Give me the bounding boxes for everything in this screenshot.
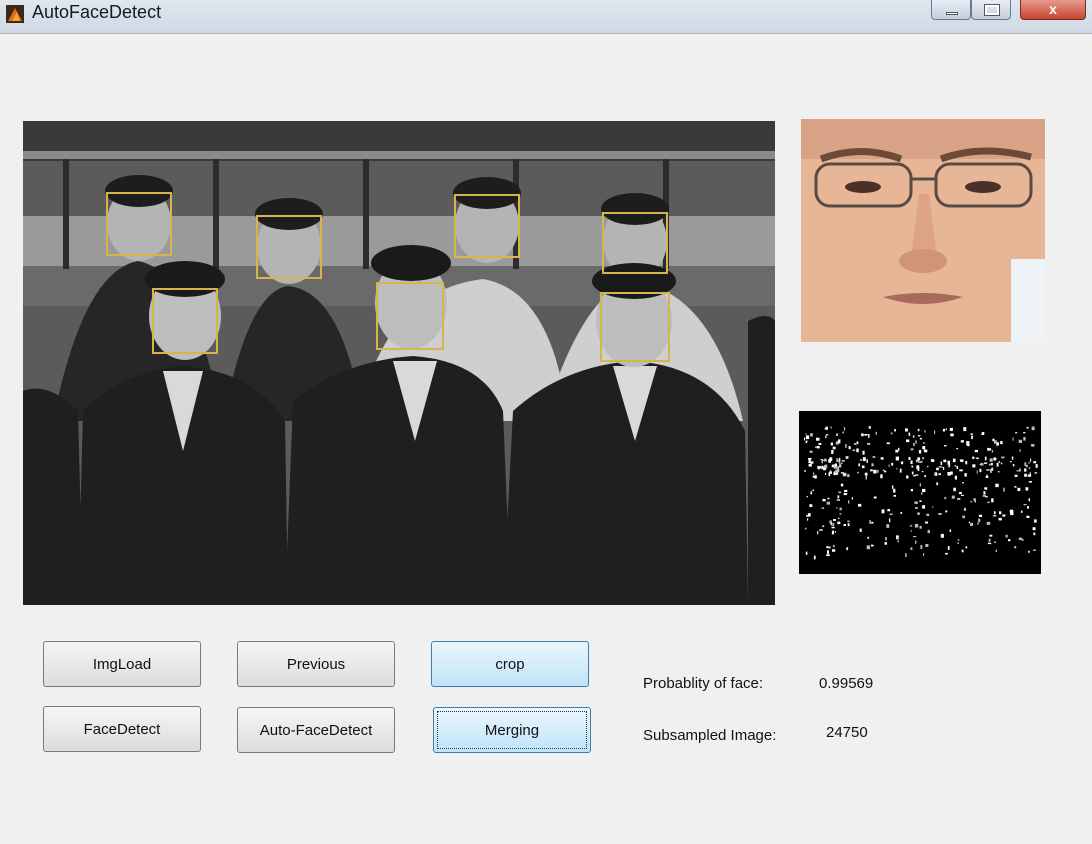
binary-noise <box>804 426 1038 560</box>
main-photo <box>23 121 775 605</box>
previous-button[interactable]: Previous <box>237 641 395 687</box>
maximize-icon <box>984 4 1000 16</box>
minimize-icon <box>946 12 958 15</box>
minimize-button[interactable] <box>931 0 971 20</box>
window-title: AutoFaceDetect <box>32 2 162 22</box>
title-bar: AutoFaceDetect x <box>0 0 1092 34</box>
matlab-app-icon <box>6 5 24 23</box>
crop-button[interactable]: crop <box>431 641 589 687</box>
close-icon: x <box>1049 1 1057 17</box>
subsampled-value: 24750 <box>826 724 868 741</box>
imgload-button[interactable]: ImgLoad <box>43 641 201 687</box>
probability-value: 0.99569 <box>819 675 874 692</box>
probability-label: Probablity of face: <box>643 675 764 692</box>
merging-button[interactable]: Merging <box>433 707 591 753</box>
facedetect-button[interactable]: FaceDetect <box>43 706 201 752</box>
close-button[interactable]: x <box>1020 0 1086 20</box>
subsampled-binary-image <box>799 411 1041 574</box>
auto-facedetect-button[interactable]: Auto-FaceDetect <box>237 707 395 753</box>
group-photo <box>23 121 775 605</box>
face-crop-drawing <box>801 119 1045 342</box>
maximize-button[interactable] <box>971 0 1011 20</box>
subsampled-label: Subsampled Image: <box>643 727 777 744</box>
cropped-face-image <box>801 119 1045 342</box>
